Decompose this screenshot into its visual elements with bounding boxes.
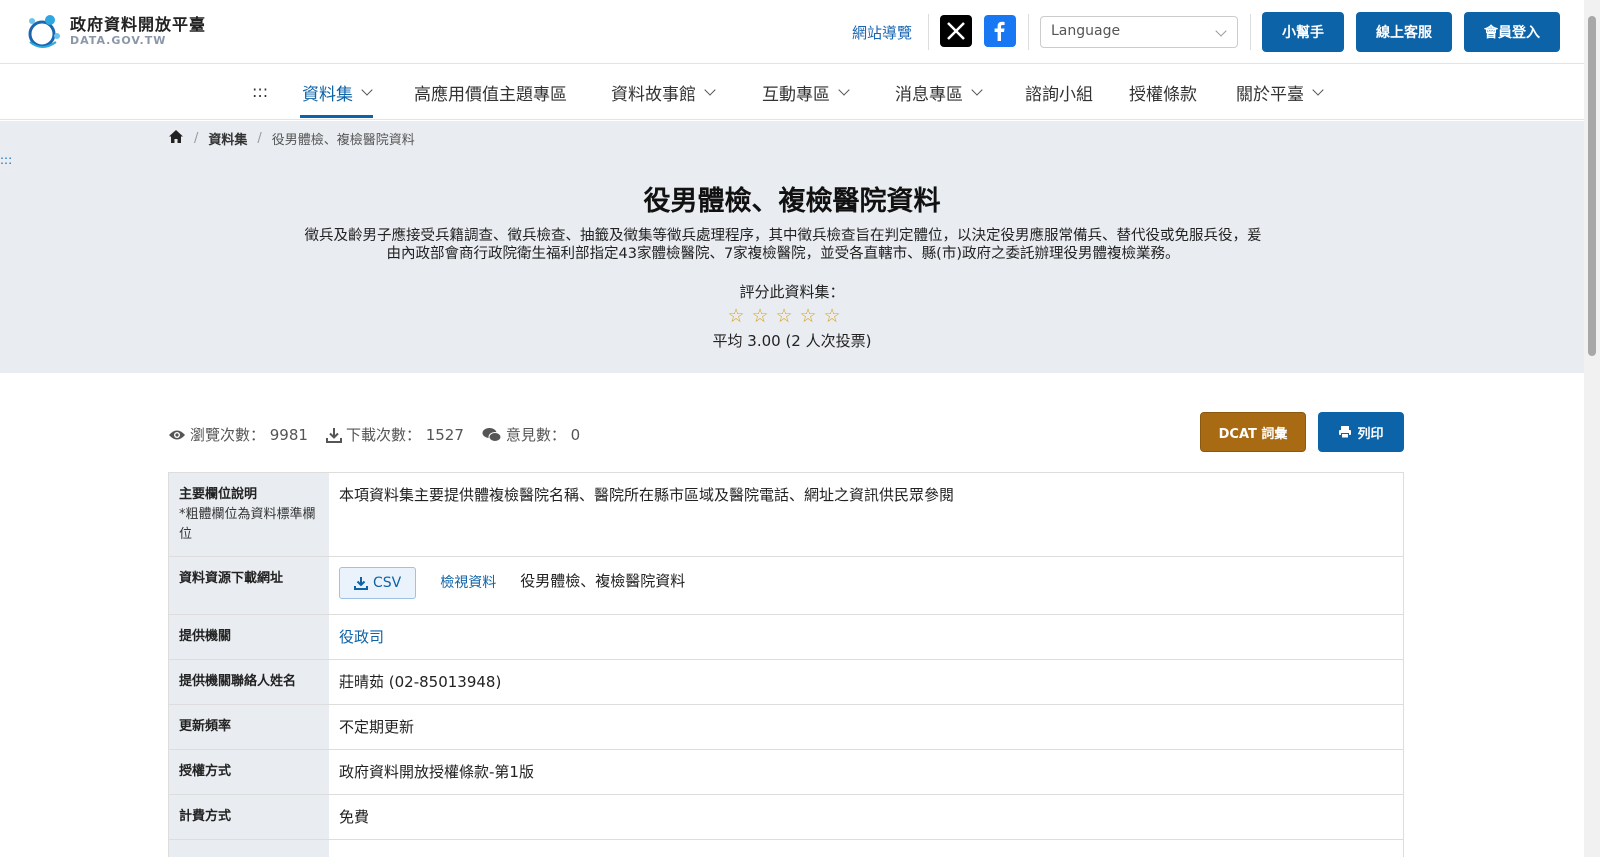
table-row: 計費方式 免費 <box>169 795 1403 840</box>
download-icon <box>354 577 368 590</box>
chevron-down-icon <box>971 84 983 96</box>
nav-high-value[interactable]: 高應用價值主題專區 <box>414 80 567 105</box>
table-row: 提供機關 役政司 <box>169 615 1403 660</box>
nav-accesskey[interactable]: ::: <box>252 82 268 101</box>
rating-label: 評分此資料集： <box>739 283 845 301</box>
frequency-label: 更新頻率 <box>169 705 329 749</box>
rating-stars: ☆ ☆ ☆ ☆ ☆ <box>724 306 844 326</box>
license-value: 政府資料開放授權條款-第1版 <box>339 763 534 781</box>
star-icon[interactable]: ☆ <box>796 306 820 326</box>
nav-interactive[interactable]: 互動專區 <box>762 80 850 105</box>
language-select[interactable]: Language <box>1040 16 1238 48</box>
dataset-stats: 瀏覽次數： 9981 下載次數： 1527 意見數： 0 <box>168 424 598 445</box>
fee-label: 計費方式 <box>169 795 329 839</box>
star-icon[interactable]: ☆ <box>772 306 796 326</box>
divider <box>1028 14 1029 50</box>
comments-icon <box>482 427 502 442</box>
chevron-down-icon <box>1312 84 1324 96</box>
divider <box>928 14 929 50</box>
logo-icon <box>24 12 64 50</box>
main-fields-value: 本項資料集主要提供體複檢醫院名稱、醫院所在縣市區域及醫院電話、網址之資訊供民眾參… <box>339 486 955 504</box>
eye-icon <box>169 430 185 439</box>
dataset-hero: / 資料集 / 役男體檢、複檢醫院資料 ::: 役男體檢、複檢醫院資料 徵兵及齡… <box>0 121 1584 373</box>
logo-title: 政府資料開放平臺 <box>70 15 207 34</box>
fee-value: 免費 <box>339 808 370 826</box>
nav-advisory[interactable]: 諮詢小組 <box>1025 80 1093 105</box>
online-service-button[interactable]: 線上客服 <box>1356 12 1452 52</box>
table-row: 提供機關聯絡人姓名 莊晴茹 (02-85013948) <box>169 660 1403 705</box>
print-button[interactable]: 列印 <box>1318 412 1404 452</box>
table-row: 更新頻率 不定期更新 <box>169 705 1403 750</box>
resource-name: 役男體檢、複檢醫院資料 <box>520 572 686 590</box>
contact-label: 提供機關聯絡人姓名 <box>169 660 329 704</box>
rating-average: 平均 3.00 (2 人次投票) <box>712 332 872 350</box>
nav-news[interactable]: 消息專區 <box>895 80 983 105</box>
star-icon[interactable]: ☆ <box>724 306 748 326</box>
table-row: 授權方式 政府資料開放授權條款-第1版 <box>169 750 1403 795</box>
main-fields-note: *粗體欄位為資料標準欄位 <box>179 507 316 542</box>
home-icon[interactable] <box>168 129 184 148</box>
main-nav: ::: 資料集 高應用價值主題專區 資料故事館 互動專區 消息專區 諮詢小組 授… <box>0 64 1584 120</box>
breadcrumb-current: 役男體檢、複檢醫院資料 <box>271 133 415 148</box>
resource-label: 資料資源下載網址 <box>169 557 329 614</box>
download-count: 下載次數： 1527 <box>325 424 464 445</box>
star-icon[interactable]: ☆ <box>748 306 772 326</box>
nav-datasets[interactable]: 資料集 <box>300 80 373 118</box>
chevron-down-icon <box>704 84 716 96</box>
comment-count: 意見數： 0 <box>482 424 580 445</box>
frequency-value: 不定期更新 <box>339 718 415 736</box>
printer-icon <box>1339 426 1352 439</box>
contact-value: 莊晴茹 (02-85013948) <box>339 673 502 691</box>
site-logo[interactable]: 政府資料開放平臺 DATA.GOV.TW <box>24 12 206 50</box>
page-title: 役男體檢、複檢醫院資料 <box>643 186 941 217</box>
nav-license[interactable]: 授權條款 <box>1129 80 1197 105</box>
scrollbar-thumb[interactable] <box>1588 16 1596 356</box>
dcat-button[interactable]: DCAT 詞彙 <box>1200 412 1306 452</box>
nav-data-stories[interactable]: 資料故事館 <box>611 80 716 105</box>
license-label: 授權方式 <box>169 750 329 794</box>
breadcrumb: / 資料集 / 役男體檢、複檢醫院資料 <box>168 129 415 148</box>
dataset-info-table: 主要欄位說明 *粗體欄位為資料標準欄位 本項資料集主要提供體複檢醫院名稱、醫院所… <box>168 472 1404 857</box>
helper-button[interactable]: 小幫手 <box>1262 12 1344 52</box>
main-fields-label: 主要欄位說明 <box>179 487 258 502</box>
nav-about[interactable]: 關於平臺 <box>1236 80 1324 105</box>
table-row <box>169 840 1403 857</box>
logo-subtitle: DATA.GOV.TW <box>70 34 167 47</box>
view-count: 瀏覽次數： 9981 <box>168 424 308 445</box>
download-icon <box>325 427 342 443</box>
provider-label: 提供機關 <box>169 615 329 659</box>
chevron-down-icon <box>838 84 850 96</box>
x-twitter-icon[interactable] <box>940 15 972 47</box>
dataset-description: 徵兵及齡男子應接受兵籍調查、徵兵檢查、抽籤及徵集等徵兵處理程序，其中徵兵檢查旨在… <box>304 228 1262 262</box>
page-scrollbar[interactable] <box>1584 0 1600 857</box>
csv-download-button[interactable]: CSV <box>339 567 417 599</box>
chevron-down-icon <box>1215 25 1227 37</box>
facebook-icon[interactable] <box>984 15 1016 47</box>
table-row: 資料資源下載網址 CSV 檢視資料 役男體檢、複檢醫院資料 <box>169 557 1403 615</box>
divider <box>1250 14 1251 50</box>
site-map-link[interactable]: 網站導覽 <box>852 22 912 43</box>
content-accesskey[interactable]: ::: <box>0 153 12 167</box>
language-select-value: Language <box>1051 23 1121 39</box>
site-header: 政府資料開放平臺 DATA.GOV.TW 網站導覽 Language 小幫手 線… <box>0 0 1584 64</box>
chevron-down-icon <box>361 84 373 96</box>
table-row: 主要欄位說明 *粗體欄位為資料標準欄位 本項資料集主要提供體複檢醫院名稱、醫院所… <box>169 473 1403 557</box>
breadcrumb-datasets[interactable]: 資料集 <box>208 129 247 148</box>
view-data-link[interactable]: 檢視資料 <box>440 573 496 593</box>
member-login-button[interactable]: 會員登入 <box>1464 12 1560 52</box>
star-icon[interactable]: ☆ <box>820 306 844 326</box>
provider-link[interactable]: 役政司 <box>339 627 384 647</box>
